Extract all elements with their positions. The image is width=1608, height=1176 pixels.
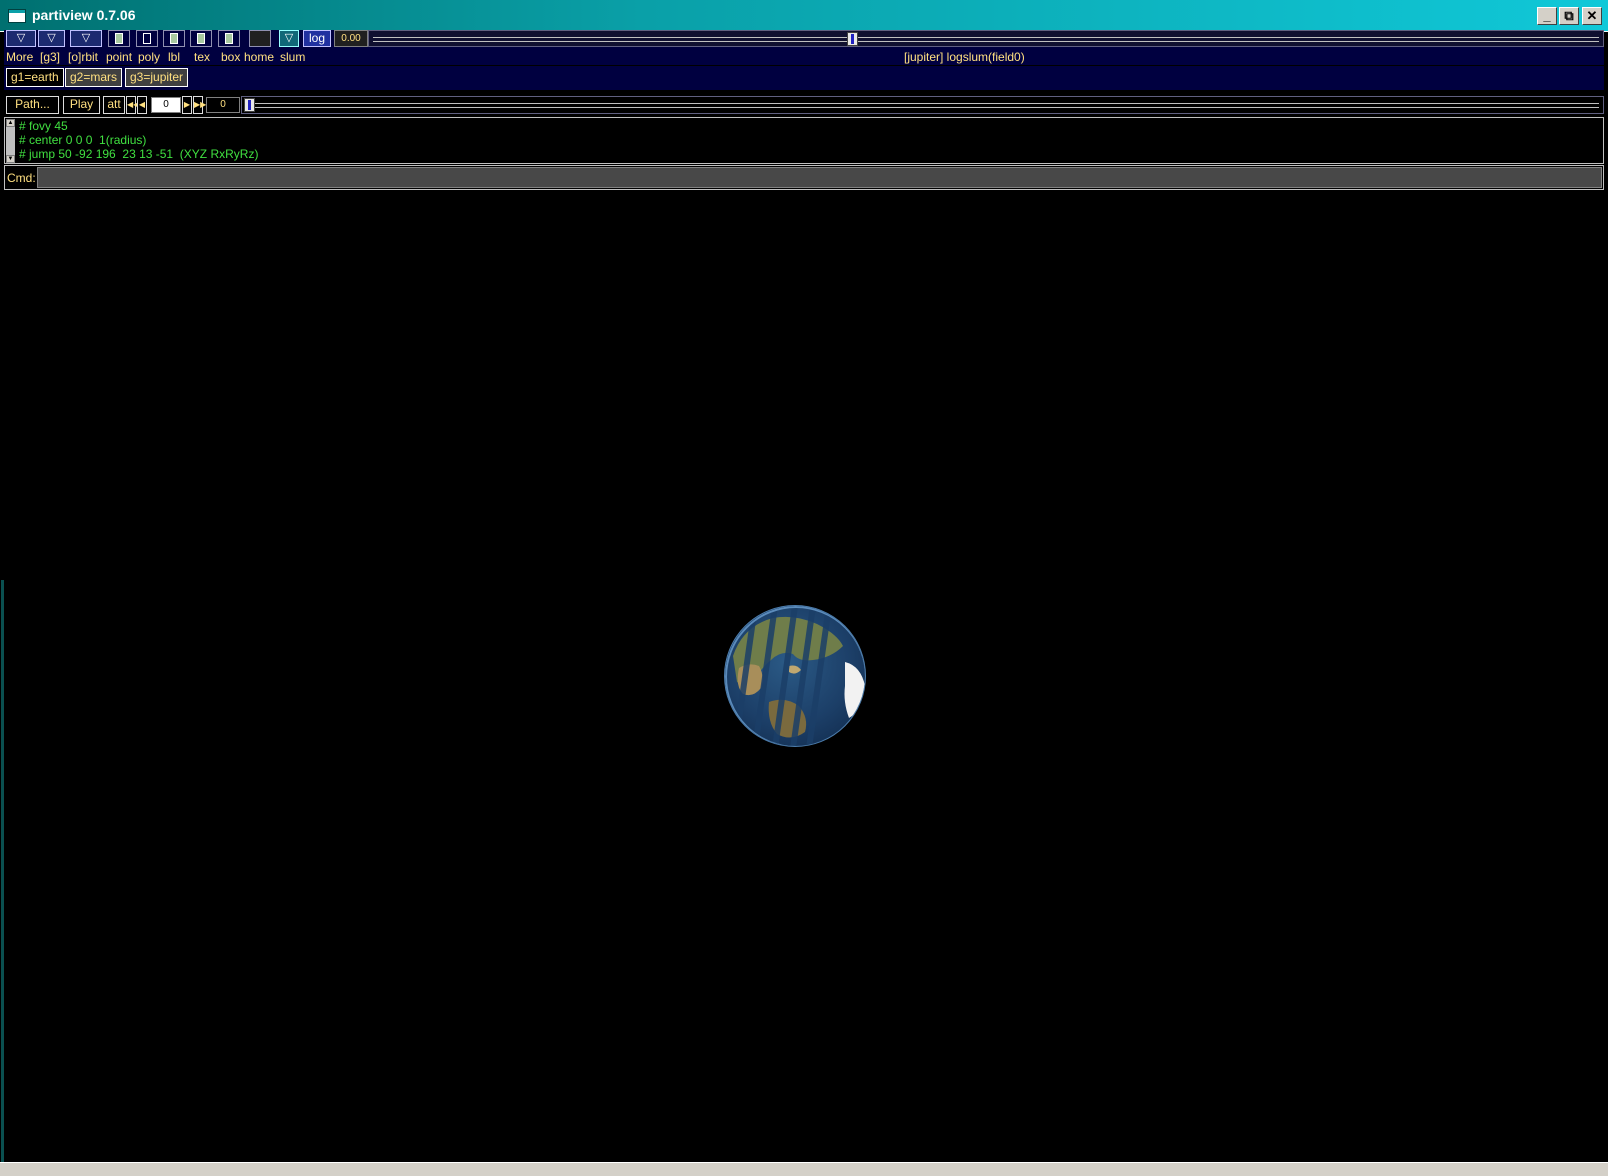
status-text: [jupiter] logslum(field0) [904, 50, 1025, 64]
orbit-label: [o]rbit [68, 50, 99, 64]
log-toggle[interactable]: log [303, 30, 331, 47]
console-output: ▲ ▼ # fovy 45 # center 0 0 0 1(radius) #… [4, 117, 1604, 164]
slum-menu-button[interactable]: ▽ [279, 30, 299, 47]
tex-label: tex [194, 50, 211, 64]
title-bar: partiview 0.7.06 _ ⧉ ✕ [0, 0, 1608, 32]
console-line: # center 0 0 0 1(radius) [19, 133, 147, 147]
earth-texture [725, 606, 865, 746]
close-button[interactable]: ✕ [1582, 7, 1602, 25]
more-label: More [6, 50, 34, 64]
slum-label: slum [280, 50, 306, 64]
att-button[interactable]: att [103, 96, 125, 114]
group-label: [g3] [40, 50, 61, 64]
path-controls: Path... Play att ◀◀ ◀ 0 ▶ ▶▶ 0 [4, 94, 1604, 116]
poly-lamp [143, 33, 151, 44]
group-selector-row: g1=earth g2=mars g3=jupiter [4, 66, 1604, 90]
path-slider-thumb[interactable] [244, 98, 255, 112]
console-line: # jump 50 -92 196 23 13 -51 (XYZ RxRyRz) [19, 147, 259, 161]
home-button[interactable] [249, 30, 271, 47]
home-label: home [244, 50, 275, 64]
console-scrollbar[interactable]: ▲ ▼ [6, 119, 15, 163]
slum-slider-thumb[interactable] [846, 32, 858, 46]
console-line: # fovy 45 [19, 119, 68, 133]
viewport-left-edge [1, 580, 4, 1162]
command-input[interactable] [37, 167, 1602, 188]
scroll-down-icon[interactable]: ▼ [6, 155, 15, 163]
lbl-label: lbl [168, 50, 181, 64]
frame-input[interactable]: 0 [151, 97, 181, 113]
fast-forward-icon[interactable]: ▶▶ [193, 96, 206, 114]
rewind-icon[interactable]: ◀◀ [126, 96, 139, 114]
box-lamp [225, 33, 233, 44]
play-button[interactable]: Play [63, 96, 100, 114]
orbit-menu-button[interactable]: ▽ [70, 30, 102, 47]
poly-label: poly [138, 50, 161, 64]
horizontal-scrollbar[interactable] [0, 1162, 1608, 1176]
earth-globe[interactable] [724, 605, 866, 747]
restore-button[interactable]: ⧉ [1559, 7, 1579, 25]
group-button-jupiter[interactable]: g3=jupiter [125, 68, 189, 87]
cmd-label: Cmd: [7, 171, 36, 185]
lbl-toggle[interactable] [163, 30, 185, 47]
tex-lamp [197, 33, 205, 44]
step-back-icon[interactable]: ◀ [137, 96, 147, 114]
frame-value: 0 [206, 97, 240, 113]
lbl-lamp [170, 33, 178, 44]
group-button-earth[interactable]: g1=earth [6, 68, 64, 87]
path-button[interactable]: Path... [6, 96, 59, 114]
point-toggle[interactable] [108, 30, 130, 47]
group-menu-button[interactable]: ▽ [38, 30, 65, 47]
point-label: point [106, 50, 133, 64]
scroll-up-icon[interactable]: ▲ [6, 119, 15, 127]
poly-toggle[interactable] [136, 30, 158, 47]
command-row: Cmd: [4, 165, 1604, 190]
control-panel: ▽ ▽ ▽ ▽ log 0.00 More [g3] [o]rbit point… [4, 30, 1604, 65]
box-toggle[interactable] [218, 30, 240, 47]
app-window-icon [8, 9, 26, 23]
point-lamp [115, 33, 123, 44]
tex-toggle[interactable] [190, 30, 212, 47]
group-button-mars[interactable]: g2=mars [65, 68, 123, 87]
slum-value: 0.00 [334, 30, 368, 47]
slum-slider[interactable] [368, 30, 1604, 47]
path-slider[interactable] [241, 96, 1604, 114]
window-title: partiview 0.7.06 [32, 7, 136, 23]
step-forward-icon[interactable]: ▶ [182, 96, 192, 114]
minimize-button[interactable]: _ [1537, 7, 1557, 25]
more-menu-button[interactable]: ▽ [6, 30, 36, 47]
box-label: box [221, 50, 241, 64]
